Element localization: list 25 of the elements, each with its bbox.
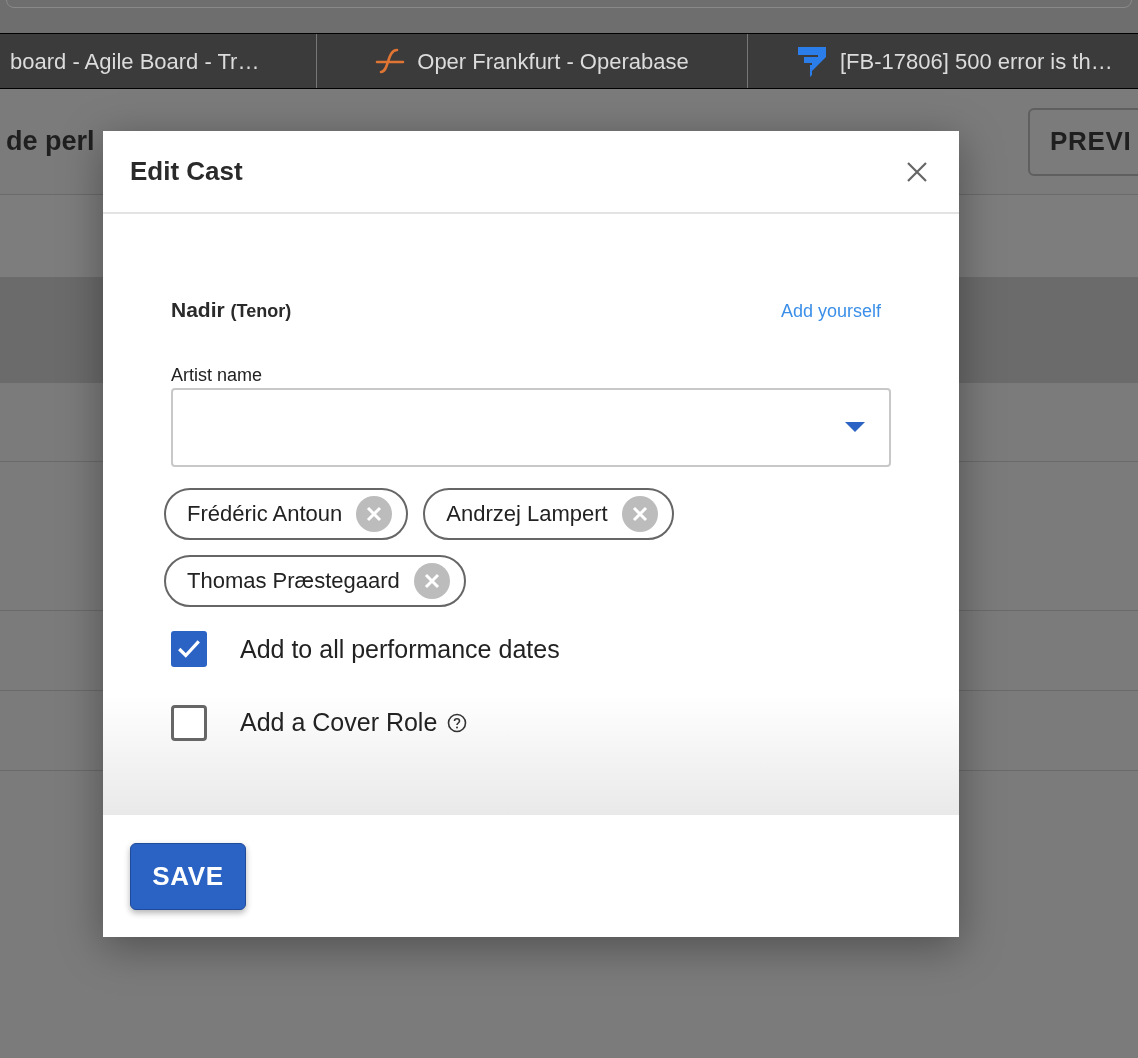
browser-tab[interactable]: Oper Frankfurt - Operabase — [317, 34, 748, 88]
remove-icon[interactable] — [356, 495, 393, 532]
squiggle-icon — [375, 48, 406, 74]
browser-tab[interactable]: board - Agile Board - Tr… — [0, 34, 317, 88]
role-name: Nadir (Tenor) — [171, 297, 292, 323]
save-button[interactable]: SAVE — [130, 843, 246, 910]
preview-button[interactable]: PREVI — [1028, 107, 1138, 176]
checkbox[interactable] — [171, 704, 207, 741]
remove-icon[interactable] — [621, 495, 658, 532]
checkbox-label: Add a Cover Role — [240, 707, 438, 738]
dialog-title: Edit Cast — [130, 155, 243, 188]
help-icon[interactable] — [447, 712, 468, 733]
checkbox[interactable] — [171, 631, 207, 668]
checkbox-label: Add to all performance dates — [240, 633, 560, 665]
browser-tab[interactable]: [FB-17806] 500 error is th… — [748, 34, 1138, 88]
page-title: de perl — [5, 125, 95, 159]
field-label: Artist name — [171, 365, 264, 384]
remove-icon[interactable] — [413, 562, 450, 599]
dropdown-caret-icon — [845, 422, 865, 432]
artist-name: Thomas Præstegaard — [187, 567, 400, 595]
artist-name-field[interactable] — [171, 387, 891, 467]
artist-name: Frédéric Antoun — [187, 500, 343, 528]
stacked-arrows-icon — [796, 45, 828, 77]
close-icon[interactable] — [906, 160, 928, 183]
artist-name: Andrzej Lampert — [446, 500, 608, 528]
